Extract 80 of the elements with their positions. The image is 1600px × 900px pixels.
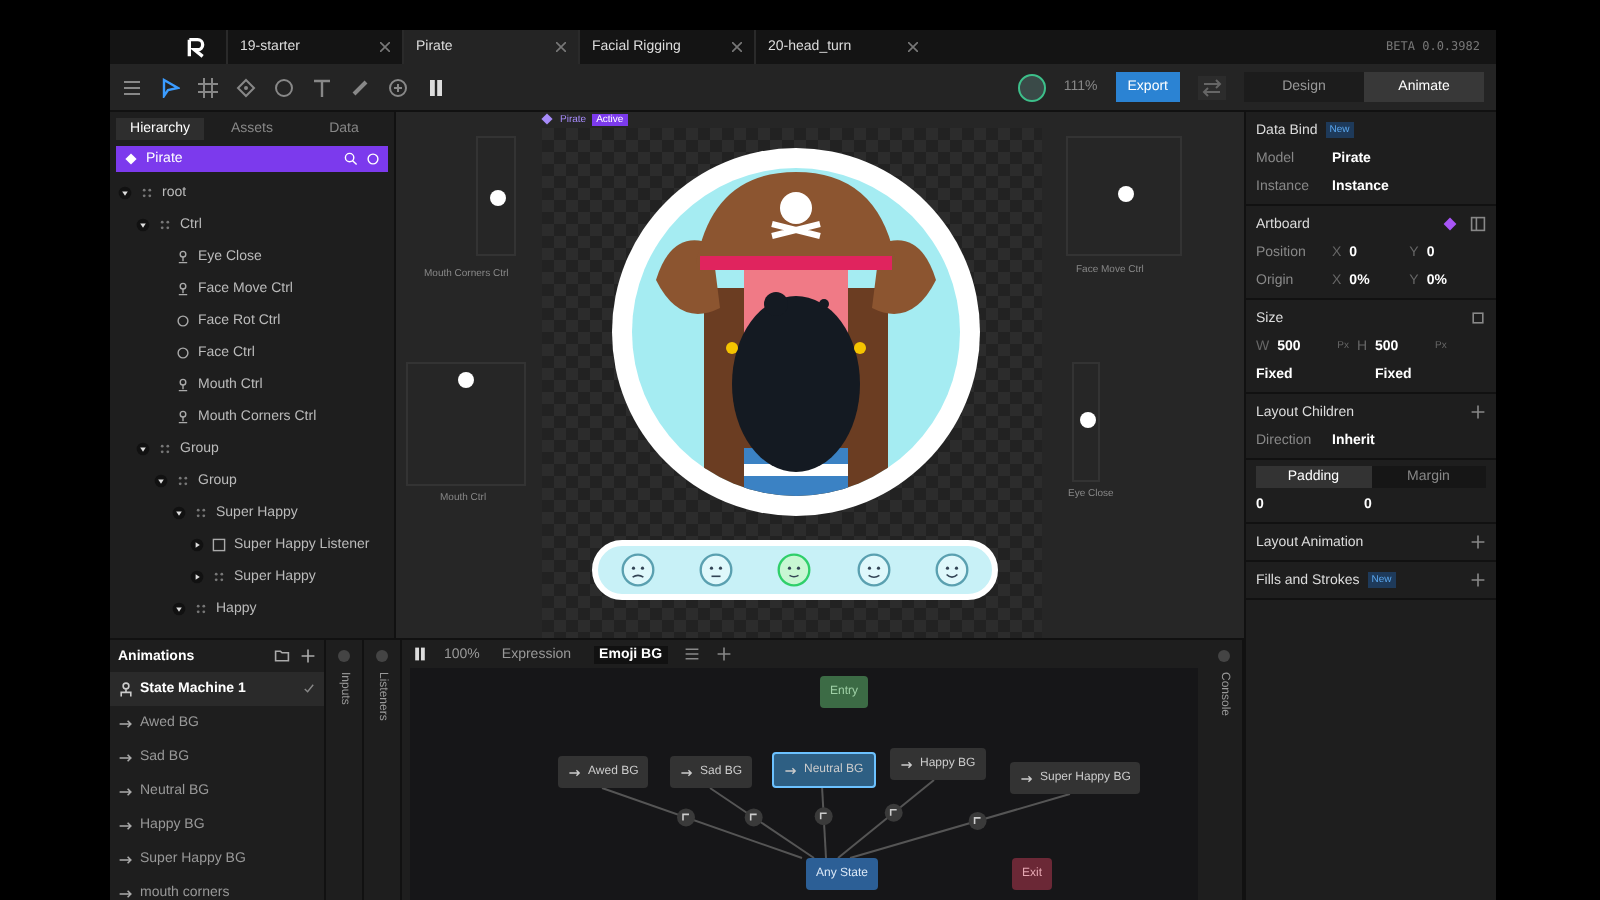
face-icon[interactable] <box>619 552 656 588</box>
list-icon[interactable] <box>684 646 701 662</box>
expand-toggle-icon[interactable] <box>172 601 186 615</box>
expand-toggle-icon[interactable] <box>190 537 204 551</box>
share-icon[interactable] <box>1198 75 1226 99</box>
text-tool-icon[interactable] <box>312 77 332 97</box>
user-avatar[interactable] <box>1017 73 1046 101</box>
control-frame[interactable] <box>1072 362 1100 482</box>
group-icon <box>158 217 172 231</box>
bone-icon <box>176 409 190 423</box>
transition-line[interactable] <box>821 785 827 859</box>
expand-toggle-icon[interactable] <box>136 217 150 231</box>
transition-icon[interactable] <box>968 811 987 830</box>
menu-icon[interactable] <box>122 77 142 97</box>
control-handle[interactable] <box>1118 186 1134 202</box>
pause-icon[interactable] <box>412 646 428 662</box>
group-icon <box>212 569 226 583</box>
transition-icon[interactable] <box>814 807 833 826</box>
target-icon <box>176 345 190 359</box>
logo-icon[interactable] <box>186 38 206 58</box>
control-frame[interactable] <box>476 136 516 256</box>
transition-icon[interactable] <box>744 808 763 827</box>
face-icon[interactable] <box>855 552 892 588</box>
diamond-icon[interactable] <box>1442 216 1458 232</box>
add-icon[interactable] <box>716 646 733 662</box>
arrow-icon <box>118 749 134 765</box>
arrow-icon <box>568 765 582 779</box>
group-icon <box>176 473 190 487</box>
arrow-icon <box>118 817 134 833</box>
panel-icon[interactable] <box>1470 216 1486 232</box>
expand-toggle-icon[interactable] <box>154 473 168 487</box>
artboard-icon <box>124 152 138 166</box>
add-icon[interactable] <box>1470 404 1486 420</box>
bone-icon <box>176 249 190 263</box>
target-icon <box>176 313 190 327</box>
group-icon <box>140 185 154 199</box>
folder-icon[interactable] <box>274 648 290 664</box>
resize-icon[interactable] <box>1470 310 1486 326</box>
face-icon[interactable] <box>698 552 735 588</box>
group-icon <box>158 441 172 455</box>
group-icon <box>194 601 208 615</box>
expand-toggle-icon[interactable] <box>118 185 132 199</box>
state-machine-icon <box>118 681 134 697</box>
expand-toggle-icon[interactable] <box>190 569 204 583</box>
arrow-icon <box>900 757 914 771</box>
bone-icon <box>176 281 190 295</box>
bone-icon <box>176 377 190 391</box>
add-circle-icon[interactable] <box>388 77 408 97</box>
add-icon[interactable] <box>1470 572 1486 588</box>
close-icon[interactable] <box>908 42 918 52</box>
control-handle[interactable] <box>458 372 474 388</box>
control-handle[interactable] <box>490 190 506 206</box>
frame-tool-icon[interactable] <box>198 77 218 97</box>
pointer-tool-icon[interactable] <box>160 77 180 97</box>
expand-toggle-icon[interactable] <box>136 441 150 455</box>
ellipse-tool-icon[interactable] <box>274 77 294 97</box>
close-icon[interactable] <box>556 42 566 52</box>
face-icon[interactable] <box>934 552 971 588</box>
arrow-icon <box>118 715 134 731</box>
group-icon <box>194 505 208 519</box>
close-icon[interactable] <box>380 42 390 52</box>
arrow-icon <box>118 783 134 799</box>
expand-toggle-icon[interactable] <box>172 505 186 519</box>
check-icon <box>302 682 316 696</box>
listener-icon <box>212 537 226 551</box>
arrow-icon <box>680 765 694 779</box>
bone-tool-icon[interactable] <box>350 77 370 97</box>
arrow-icon <box>784 763 798 777</box>
arrow-icon <box>1020 771 1034 785</box>
add-icon[interactable] <box>1470 534 1486 550</box>
arrow-icon <box>118 885 134 900</box>
close-icon[interactable] <box>732 42 742 52</box>
transition-icon[interactable] <box>884 803 903 822</box>
add-icon[interactable] <box>300 648 316 664</box>
transition-icon[interactable] <box>677 808 695 827</box>
pen-tool-icon[interactable] <box>236 77 256 97</box>
search-icon[interactable] <box>344 152 358 166</box>
arrow-icon <box>118 851 134 867</box>
control-handle[interactable] <box>1080 412 1096 428</box>
pause-icon[interactable] <box>426 77 446 97</box>
